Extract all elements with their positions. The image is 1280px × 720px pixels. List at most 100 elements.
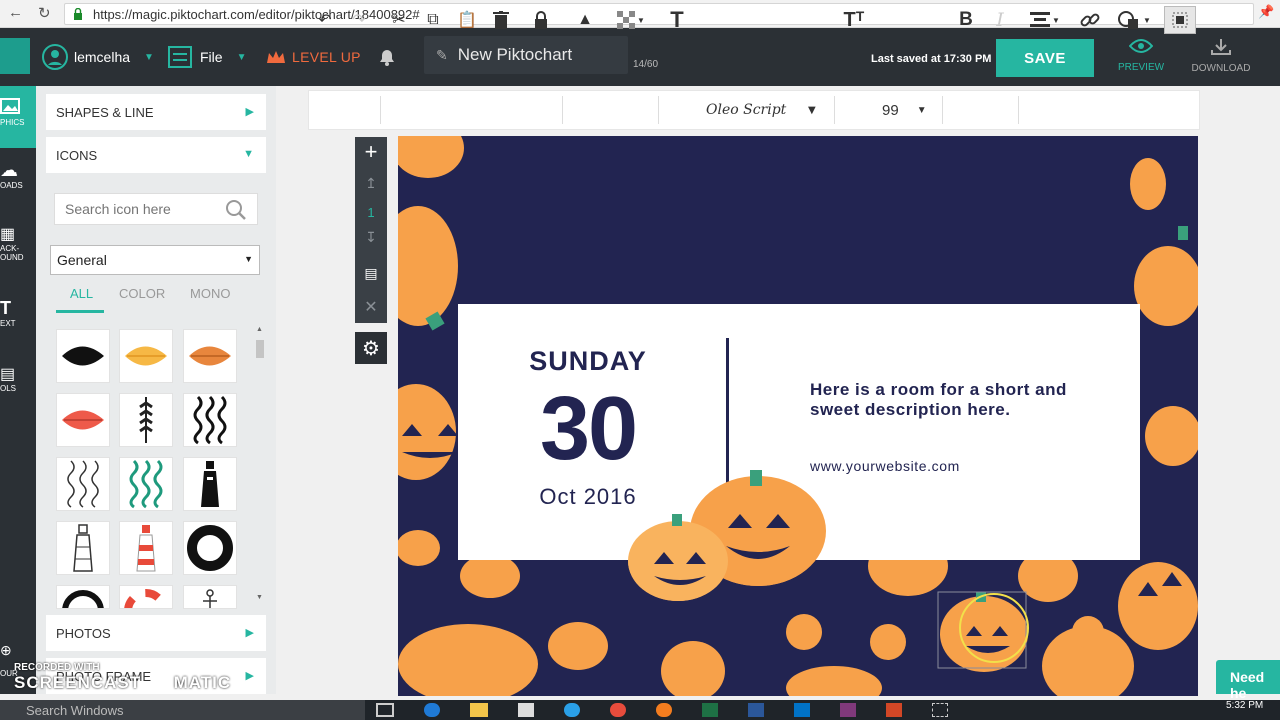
ie-icon[interactable]	[564, 703, 580, 717]
shape-effects-button[interactable]: ▼	[1114, 6, 1154, 34]
redo-icon[interactable]: ↷	[346, 6, 372, 34]
tab-mono[interactable]: MONO	[190, 286, 230, 301]
file-menu[interactable]: File ▼	[168, 42, 246, 72]
icon-thumb-leaf-yellow[interactable]	[119, 329, 173, 383]
toolbar-divider	[1018, 96, 1019, 124]
icon-thumb-waves-outline[interactable]	[56, 457, 110, 511]
crown-icon	[267, 51, 285, 63]
icon-thumb-leaf-orange[interactable]	[183, 329, 237, 383]
level-up-button[interactable]: LEVEL UP	[266, 42, 361, 72]
powerpoint-icon[interactable]	[886, 703, 902, 717]
word-icon[interactable]	[748, 703, 764, 717]
piktochart-logo[interactable]	[0, 38, 30, 74]
document-title-field[interactable]: ✎ New Piktochart	[424, 36, 628, 74]
tab-color[interactable]: COLOR	[119, 286, 165, 301]
fill-color-icon[interactable]: ▲	[572, 6, 598, 34]
taskbar-search[interactable]: Search Windows	[0, 700, 365, 720]
lighthouse-icon	[136, 525, 156, 572]
username: lemcelha	[74, 49, 131, 65]
undo-icon[interactable]: ↶	[312, 6, 338, 34]
chrome-icon[interactable]	[610, 703, 626, 717]
icon-thumb-leaf-red[interactable]	[56, 393, 110, 447]
rail-uploads[interactable]: ☁ OADS	[0, 160, 36, 204]
firefox-icon[interactable]	[656, 703, 672, 717]
add-block-icon[interactable]: +	[355, 139, 387, 167]
download-label: DOWNLOAD	[1191, 63, 1251, 74]
avatar-icon	[42, 44, 68, 70]
scrollbar-thumb[interactable]	[256, 340, 264, 358]
padlock-icon	[535, 11, 547, 29]
cut-icon[interactable]: ✂	[386, 6, 412, 34]
copy-icon[interactable]: ⧉	[420, 6, 446, 34]
link-icon[interactable]	[1076, 6, 1104, 34]
icon-thumb-waves-black[interactable]	[183, 393, 237, 447]
rail-graphics[interactable]: PHICS	[0, 86, 36, 148]
scroll-down-icon[interactable]: ▼	[256, 594, 263, 601]
paste-icon[interactable]: 📋	[454, 6, 480, 34]
save-button[interactable]: SAVE	[996, 39, 1094, 77]
font-icon: T	[670, 7, 684, 32]
notification-bell-icon[interactable]	[378, 48, 396, 66]
recorded-with-text: RECORDED WITH	[14, 662, 100, 673]
icon-thumb-lifebuoy-red[interactable]	[119, 585, 173, 609]
screencast-watermark: RECORDED WITH SCREENCAST MATIC	[14, 662, 231, 693]
font-family-value: Oleo Script	[706, 102, 787, 118]
section-shapes-line[interactable]: SHAPES & LINE ▶	[46, 94, 266, 130]
back-button[interactable]: ←	[8, 4, 23, 21]
folder-icon[interactable]	[470, 703, 488, 717]
left-tool-rail: PHICS ☁ OADS ▦ ACK- OUND T EXT ▤ OLS ⊕ O…	[0, 86, 36, 694]
align-button[interactable]: ▼	[1026, 6, 1064, 34]
section-label: PHOTOS	[56, 625, 111, 641]
icon-thumb-anchor[interactable]	[183, 585, 237, 609]
icon-thumb-lifebuoy-outline[interactable]	[56, 585, 110, 609]
bookmark-icon[interactable]: 📌	[1258, 4, 1274, 20]
need-help-button[interactable]: Need he	[1216, 660, 1280, 701]
reload-button[interactable]: ↻	[38, 4, 51, 22]
move-up-icon[interactable]: ↥	[355, 175, 387, 192]
download-button[interactable]: DOWNLOAD	[1188, 38, 1254, 74]
scroll-up-icon[interactable]: ▲	[256, 326, 263, 333]
onenote-icon[interactable]	[840, 703, 856, 717]
bold-button[interactable]: B	[952, 6, 980, 34]
block-list-icon[interactable]: ▤	[355, 265, 387, 282]
preview-button[interactable]: PREVIEW	[1114, 38, 1168, 73]
excel-icon[interactable]	[702, 703, 718, 717]
rail-tools[interactable]: ▤ OLS	[0, 364, 36, 406]
icon-thumb-fern[interactable]	[119, 393, 173, 447]
delete-block-icon[interactable]: ✕	[355, 297, 387, 317]
icon-thumb-waves-green[interactable]	[119, 457, 173, 511]
arrange-button[interactable]	[1164, 6, 1196, 34]
snipping-icon[interactable]	[932, 703, 948, 717]
icon-thumb-lighthouse-black[interactable]	[183, 457, 237, 511]
tab-all[interactable]: ALL	[70, 286, 93, 301]
move-down-icon[interactable]: ↧	[355, 229, 387, 246]
italic-button[interactable]: I	[986, 6, 1014, 34]
user-menu[interactable]: lemcelha ▼	[42, 42, 154, 72]
transparency-icon[interactable]: ▼	[614, 6, 648, 34]
caret-down-icon: ▼	[244, 254, 253, 264]
task-view-icon[interactable]	[376, 703, 394, 717]
block-settings-button[interactable]: ⚙	[355, 332, 387, 364]
icon-thumb-lifebuoy[interactable]	[183, 521, 237, 575]
infographic-block[interactable]: SUNDAY 30 Oct 2016 Here is a room for a …	[398, 136, 1198, 696]
icon-search-input[interactable]	[55, 194, 215, 224]
search-icon[interactable]	[225, 199, 247, 221]
icon-thumb-leaf-black[interactable]	[56, 329, 110, 383]
delete-icon[interactable]	[488, 6, 514, 34]
icon-thumb-lighthouse-outline[interactable]	[56, 521, 110, 575]
section-photos[interactable]: PHOTOS ▶	[46, 615, 266, 651]
section-icons[interactable]: ICONS ▼	[46, 137, 266, 173]
icon-list-scrollbar[interactable]: ▲ ▼	[254, 326, 264, 606]
rail-text[interactable]: T EXT	[0, 298, 36, 340]
cursor-highlight	[959, 593, 1029, 663]
icon-thumb-lighthouse-red[interactable]	[119, 521, 173, 575]
lock-icon[interactable]	[528, 6, 554, 34]
outlook-icon[interactable]	[794, 703, 810, 717]
font-size-select[interactable]: 99 ▼	[878, 96, 928, 124]
store-icon[interactable]	[518, 703, 534, 717]
font-family-select[interactable]: Oleo Script ▼	[690, 96, 830, 124]
category-select[interactable]: General ▼	[50, 245, 260, 275]
edge-icon[interactable]	[424, 703, 440, 717]
layer-front-icon	[1172, 12, 1188, 28]
rail-background[interactable]: ▦ ACK- OUND	[0, 224, 36, 278]
